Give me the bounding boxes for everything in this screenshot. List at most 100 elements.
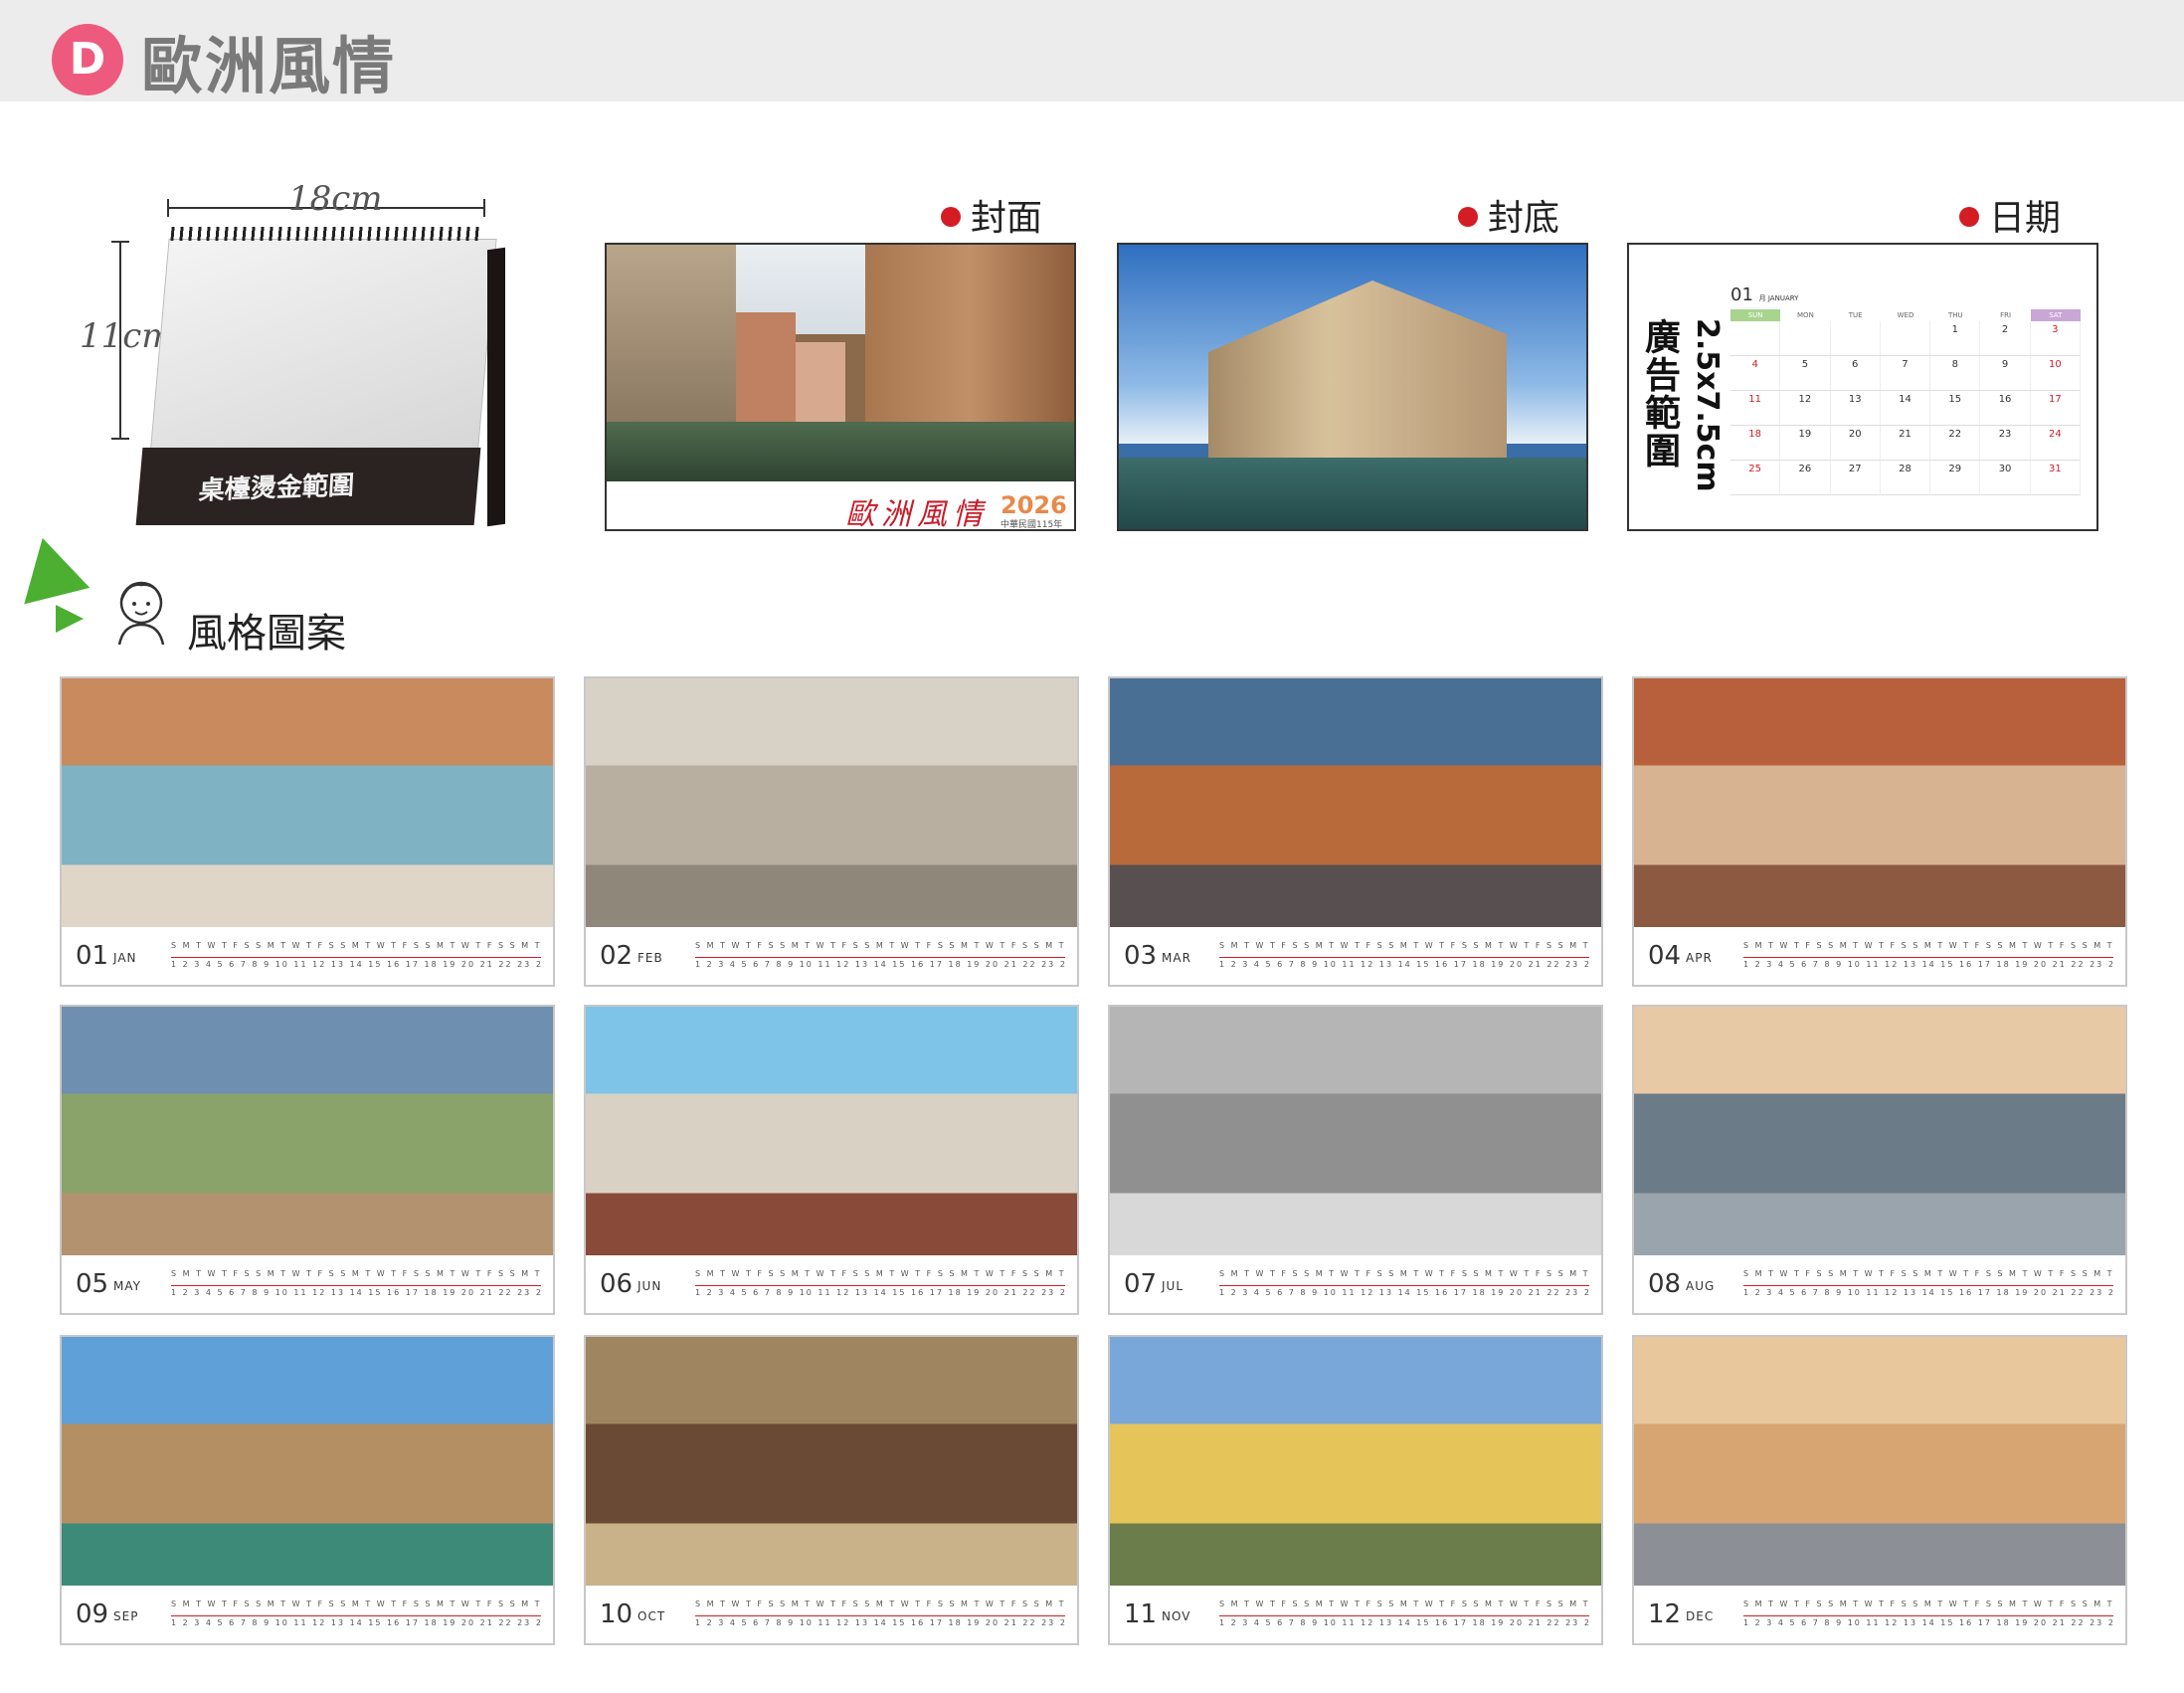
month-number: 09 xyxy=(76,1599,109,1629)
day-strip: S M T W T F S S M T W T F S S M T W T F … xyxy=(1219,1598,1589,1631)
cover-roc-year: 中華民國115年 xyxy=(1001,520,1063,530)
date-strip: 1 2 3 4 5 6 7 8 9 10 11 12 13 14 15 16 1… xyxy=(1743,1285,2113,1297)
green-arrow-icon xyxy=(56,605,84,633)
mini-day-cell: 5 xyxy=(1780,356,1831,391)
month-number: 10 xyxy=(600,1599,634,1629)
day-strip: S M T W T F S S M T W T F S S M T W T F … xyxy=(1219,939,1589,973)
mini-day-cell: 15 xyxy=(1930,391,1981,426)
mini-day-cell: 24 xyxy=(2030,426,2081,461)
mini-day-cell: 9 xyxy=(1980,356,2031,391)
mini-day-cell xyxy=(1830,321,1881,356)
month-abbr: SEP xyxy=(113,1609,139,1623)
mini-day-cell: 23 xyxy=(1980,426,2031,461)
mini-day-grid: 1 2 3 4 5 6 7 8 9 10 11 12 13 14 15 16 17 18 19 20 21 22 23 24 2… xyxy=(1730,321,2081,495)
mini-day-cell: 17 xyxy=(2030,391,2081,426)
mini-weekday-row: SUN MON TUE WED THU FRI SAT xyxy=(1730,309,2081,321)
month-photo xyxy=(1110,1007,1601,1255)
mini-day-cell: 18 xyxy=(1730,426,1781,461)
mini-weekday: FRI xyxy=(2000,311,2012,319)
month-abbr: FEB xyxy=(637,951,663,965)
back-panel-label: 封底 xyxy=(1458,189,1559,241)
month-abbr: JAN xyxy=(113,951,137,965)
month-number: 08 xyxy=(1648,1269,1682,1299)
month-photo xyxy=(62,1007,553,1255)
mini-day-cell: 25 xyxy=(1730,461,1781,495)
mini-day-cell: 13 xyxy=(1830,391,1881,426)
red-dot-icon xyxy=(941,207,961,227)
mini-day-cell: 11 xyxy=(1730,391,1781,426)
weekday-strip: S M T W T F S S M T W T F S S M T W T F … xyxy=(1219,941,1589,950)
mini-day-cell: 3 xyxy=(2030,321,2081,356)
mini-weekday: TUE xyxy=(1848,311,1863,319)
month-number: 02 xyxy=(600,941,634,971)
month-card: 11 NOV S M T W T F S S M T W T F S S M T W… xyxy=(1108,1335,1603,1645)
mini-day-cell: 2 xyxy=(1980,321,2031,356)
month-card: 08 AUG S M T W T F S S M T W T F S S M T W… xyxy=(1632,1005,2127,1315)
weekday-strip: S M T W T F S S M T W T F S S M T W T F … xyxy=(1743,1599,2113,1608)
month-abbr: AUG xyxy=(1686,1279,1716,1293)
red-dot-icon xyxy=(1959,207,1979,227)
day-strip: S M T W T F S S M T W T F S S M T W T F … xyxy=(695,1267,1065,1301)
day-strip: S M T W T F S S M T W T F S S M T W T F … xyxy=(171,939,541,973)
date-strip: 1 2 3 4 5 6 7 8 9 10 11 12 13 14 15 16 1… xyxy=(1219,957,1589,969)
mini-weekday: WED xyxy=(1897,311,1914,319)
month-photo xyxy=(1634,678,2125,927)
weekday-strip: S M T W T F S S M T W T F S S M T W T F … xyxy=(1743,1269,2113,1278)
mini-day-cell: 27 xyxy=(1830,461,1881,495)
day-strip: S M T W T F S S M T W T F S S M T W T F … xyxy=(695,939,1065,973)
mini-day-cell xyxy=(1780,321,1831,356)
date-preview: 廣告範圍 2.5x7.5cm 01 月 JANUARY SUN MON TUE WED… xyxy=(1627,243,2098,531)
date-strip: 1 2 3 4 5 6 7 8 9 10 11 12 13 14 15 16 1… xyxy=(171,1615,541,1627)
mini-day-cell: 8 xyxy=(1930,356,1981,391)
mini-day-cell: 21 xyxy=(1880,426,1931,461)
mini-calendar: 01 月 JANUARY SUN MON TUE WED THU FRI SAT 12345… xyxy=(1730,284,2081,495)
weekday-strip: S M T W T F S S M T W T F S S M T W T F … xyxy=(695,1269,1065,1278)
mini-day-cell: 20 xyxy=(1830,426,1881,461)
header-bar: D 歐洲風情 xyxy=(0,0,2184,102)
mini-month-title: 01 月 JANUARY xyxy=(1730,284,1799,305)
mini-day-cell: 6 xyxy=(1830,356,1881,391)
month-photo xyxy=(586,1007,1077,1255)
month-number: 03 xyxy=(1124,941,1158,971)
day-strip: S M T W T F S S M T W T F S S M T W T F … xyxy=(1743,1267,2113,1301)
month-card: 10 OCT S M T W T F S S M T W T F S S M T W… xyxy=(584,1335,1079,1645)
date-strip: 1 2 3 4 5 6 7 8 9 10 11 12 13 14 15 16 1… xyxy=(1219,1285,1589,1297)
date-strip: 1 2 3 4 5 6 7 8 9 10 11 12 13 14 15 16 1… xyxy=(1219,1615,1589,1627)
ad-size-label: 2.5x7.5cm xyxy=(1690,318,1725,492)
mini-day-cell: 29 xyxy=(1930,461,1981,495)
weekday-strip: S M T W T F S S M T W T F S S M T W T F … xyxy=(695,1599,1065,1608)
mini-weekday: MON xyxy=(1797,311,1814,319)
weekday-strip: S M T W T F S S M T W T F S S M T W T F … xyxy=(171,1269,541,1278)
month-photo xyxy=(62,678,553,927)
cover-title: 歐洲風情 xyxy=(845,497,989,531)
month-abbr: APR xyxy=(1686,951,1713,965)
mini-day-cell: 14 xyxy=(1880,391,1931,426)
month-abbr: OCT xyxy=(637,1609,666,1623)
month-photo xyxy=(1634,1007,2125,1255)
weekday-strip: S M T W T F S S M T W T F S S M T W T F … xyxy=(171,1599,541,1608)
month-card: 04 APR S M T W T F S S M T W T F S S M T W… xyxy=(1632,676,2127,987)
red-dot-icon xyxy=(1458,207,1478,227)
page-title: 歐洲風情 xyxy=(141,30,397,102)
calendar-stand-side xyxy=(487,247,505,527)
day-strip: S M T W T F S S M T W T F S S M T W T F … xyxy=(171,1267,541,1301)
month-card: 03 MAR S M T W T F S S M T W T F S S M T W… xyxy=(1108,676,1603,987)
month-number: 06 xyxy=(600,1269,634,1299)
cover-preview: 歐洲風情 2026 中華民國115年 xyxy=(605,243,1076,531)
weekday-strip: S M T W T F S S M T W T F S S M T W T F … xyxy=(171,941,541,950)
month-card: 09 SEP S M T W T F S S M T W T F S S M T W… xyxy=(60,1335,555,1645)
day-strip: S M T W T F S S M T W T F S S M T W T F … xyxy=(1219,1267,1589,1301)
mini-day-cell: 19 xyxy=(1780,426,1831,461)
date-strip: 1 2 3 4 5 6 7 8 9 10 11 12 13 14 15 16 1… xyxy=(695,957,1065,969)
foil-area-label: 桌檯燙金範圍 xyxy=(197,470,355,506)
date-strip: 1 2 3 4 5 6 7 8 9 10 11 12 13 14 15 16 1… xyxy=(1743,957,2113,969)
month-photo xyxy=(1110,1337,1601,1586)
month-card: 01 JAN S M T W T F S S M T W T F S S M T W… xyxy=(60,676,555,987)
green-triangle-icon xyxy=(9,529,91,605)
month-number: 11 xyxy=(1124,1599,1158,1629)
cover-panel-label: 封面 xyxy=(941,189,1042,241)
month-number: 01 xyxy=(76,941,109,971)
back-cover-photo xyxy=(1119,245,1586,529)
cover-photo xyxy=(607,245,1074,481)
weekday-strip: S M T W T F S S M T W T F S S M T W T F … xyxy=(695,941,1065,950)
